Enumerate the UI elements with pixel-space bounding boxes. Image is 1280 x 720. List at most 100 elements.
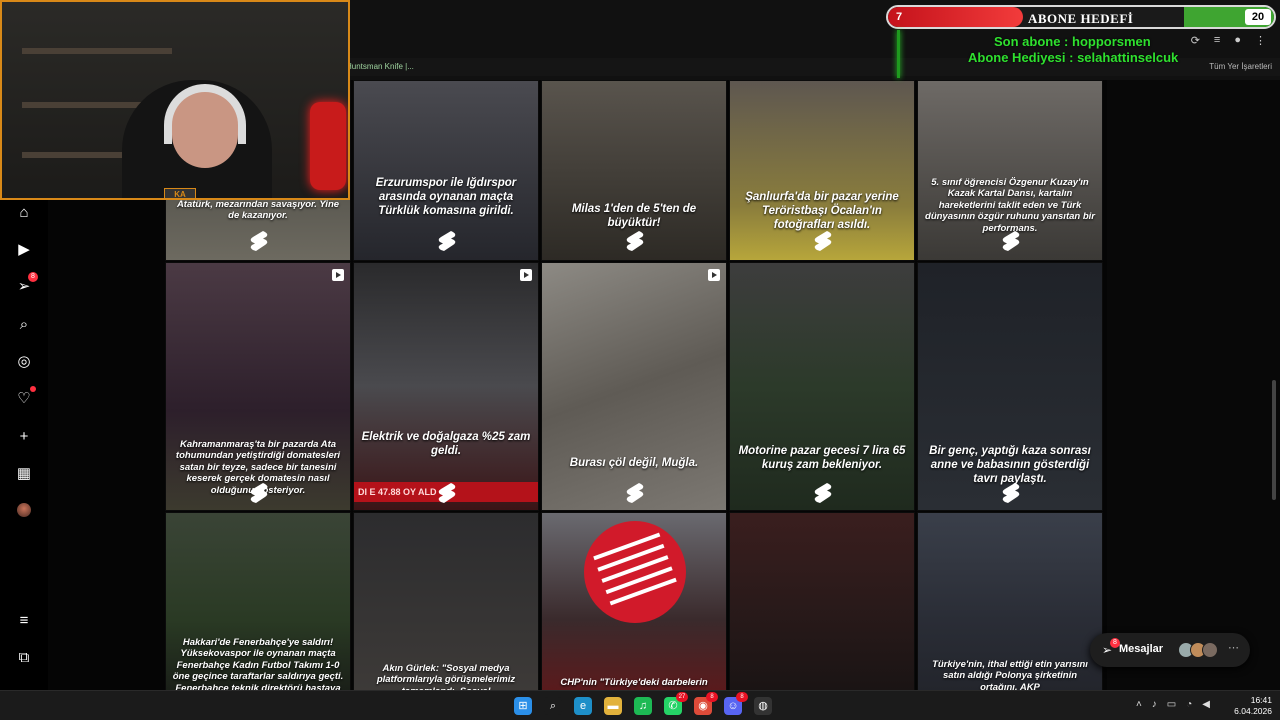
goal-current-count: 7 xyxy=(896,11,903,23)
menu-icon: ≡ xyxy=(19,611,29,629)
sub-gift: Abone Hediyesi : selahattinselcuk xyxy=(968,50,1179,65)
sidebar-item-dashboard[interactable]: ▦ xyxy=(14,463,34,483)
discord-glyph: ☺ xyxy=(727,700,739,712)
sidebar-item-search[interactable]: ⌕ xyxy=(14,314,34,334)
display-icon[interactable]: ▭ xyxy=(1167,699,1176,710)
sidebar-item-messages[interactable]: ➢ 8 xyxy=(14,272,38,296)
overlay-neon-line xyxy=(897,30,900,78)
dashboard-icon: ▦ xyxy=(16,465,32,482)
taskbar-obs-icon[interactable]: ◍ xyxy=(754,697,772,715)
taskbar-spotify-icon[interactable]: ♫ xyxy=(634,697,652,715)
notification-badge: 8 xyxy=(706,692,718,702)
windows-taskbar: ⊞ ⌕ e ▬ ♫ ✆ 27 ◉ 8 ☺ 8 ◍ ˄ ♪ ▭ ◔ ◀ 16:41 6.04.2026 xyxy=(0,690,1280,720)
sidebar-item-more[interactable]: ≡ xyxy=(14,610,34,630)
shorts-logo-icon xyxy=(623,229,647,253)
sidebar-item-home[interactable]: ⌂ xyxy=(14,202,34,222)
sidebar-item-profile[interactable] xyxy=(14,500,34,520)
messages-button[interactable]: ➢ 8 Mesajlar ⋯ xyxy=(1090,633,1250,667)
create-icon: + xyxy=(19,427,29,445)
reel-caption: Hakkari'de Fenerbahçe'ye saldırı! Yüksek… xyxy=(172,637,344,690)
explore-icon: ◎ xyxy=(17,353,31,370)
shorts-logo-icon xyxy=(247,229,271,253)
sidebar-item-create[interactable]: + xyxy=(14,426,34,446)
clock-date: 6.04.2026 xyxy=(1234,706,1272,716)
more-icon[interactable]: ⋯ xyxy=(1228,641,1239,654)
network-icon[interactable]: ◔ xyxy=(1186,699,1192,710)
system-clock[interactable]: 16:41 6.04.2026 xyxy=(1234,695,1272,717)
reels-icon: ▶ xyxy=(18,241,30,258)
reel-tile[interactable]: Burası çöl değil, Muğla. xyxy=(541,262,727,511)
reel-tile[interactable]: Kahramanmaraş'ta bir pazarda Ata tohumun… xyxy=(165,262,351,511)
reel-caption: Şanlıurfa'da bir pazar yerine Teröristba… xyxy=(745,191,899,231)
sidebar-nav: ⌂ ▶ ➢ 8 ⌕ ◎ ♡ + ▦ ≡ ⧉ xyxy=(0,200,48,695)
notification-badge: 8 xyxy=(28,272,38,282)
sidebar-item-also-from-meta[interactable]: ⧉ xyxy=(14,647,34,667)
scrollbar[interactable] xyxy=(1272,380,1276,500)
subscriber-goal-bar: 7 ABONE HEDEFİ 20 xyxy=(886,5,1276,29)
reel-tile[interactable]: Akın Gürlek: "Sosyal medya platformlarıy… xyxy=(353,512,539,690)
taskbar-whatsapp-icon[interactable]: ✆ 27 xyxy=(664,692,688,715)
right-pane xyxy=(1107,80,1280,690)
reel-tile[interactable]: Motorine pazar gecesi 7 lira 65 kuruş za… xyxy=(729,262,915,511)
extension-icon[interactable]: ⟳ xyxy=(1191,34,1200,47)
home-icon: ⌂ xyxy=(19,203,29,221)
reel-tile[interactable]: CHP'nin "Türkiye'deki darbelerin xyxy=(541,512,727,690)
whatsapp-glyph: ✆ xyxy=(668,700,678,712)
reel-tile[interactable]: Şanlıurfa'da bir pazar yerine Teröristba… xyxy=(729,80,915,261)
menu-icon[interactable]: ≡ xyxy=(1214,34,1220,47)
clock-time: 16:41 xyxy=(1250,695,1272,705)
files-glyph: ▬ xyxy=(607,700,619,712)
reel-tile[interactable]: Türkiye'nin, ithal ettiği etin yarısını … xyxy=(917,512,1103,690)
reel-caption: Elektrik ve doğalgaza %25 zam geldi. xyxy=(361,431,531,457)
mic-icon[interactable]: ♪ xyxy=(1152,699,1157,710)
reel-caption: Atatürk, mezarından savaşıyor. Yine de k… xyxy=(176,199,340,222)
more-icon[interactable]: ⋮ xyxy=(1255,34,1266,47)
start-glyph: ⊞ xyxy=(518,700,528,712)
taskbar-start-icon[interactable]: ⊞ xyxy=(514,697,532,715)
taskbar-chrome-icon[interactable]: ◉ 8 xyxy=(694,692,718,715)
goal-progress-fill xyxy=(888,7,1024,27)
obs-glyph: ◍ xyxy=(758,700,768,712)
reel-tile[interactable] xyxy=(729,512,915,690)
reel-play-icon xyxy=(520,269,532,281)
taskbar-files-icon[interactable]: ▬ xyxy=(604,697,622,715)
reel-play-icon xyxy=(332,269,344,281)
sidebar-item-reels[interactable]: ▶ xyxy=(14,239,34,259)
shorts-logo-icon xyxy=(623,481,647,505)
shorts-logo-icon xyxy=(247,481,271,505)
reel-tile[interactable]: Erzurumspor ile Iğdırspor arasında oynan… xyxy=(353,80,539,261)
reel-tile[interactable]: DI E 47.88 OY ALD Elektrik ve doğalgaza %… xyxy=(353,262,539,511)
reel-tile[interactable]: Hakkari'de Fenerbahçe'ye saldırı! Yüksek… xyxy=(165,512,351,690)
sidebar-item-explore[interactable]: ◎ xyxy=(14,351,34,371)
reel-tile[interactable]: 5. sınıf öğrencisi Özgenur Kuzay'ın Kaza… xyxy=(917,80,1103,261)
message-avatars xyxy=(1178,642,1218,658)
shorts-logo-icon xyxy=(435,229,459,253)
goal-title: ABONE HEDEFİ xyxy=(1028,11,1134,26)
taskbar-search-icon[interactable]: ⌕ xyxy=(544,697,562,715)
all-bookmarks-link[interactable]: Tüm Yer İşaretleri xyxy=(1209,62,1272,71)
volume-icon[interactable]: ◀ xyxy=(1202,699,1210,710)
avatar xyxy=(17,503,31,517)
reel-caption: Milas 1'den de 5'ten de büyüktür! xyxy=(571,203,697,229)
browser-toolbar-icons: ⟳ ≡ ● ⋮ xyxy=(1191,34,1266,47)
reel-caption: 5. sınıf öğrencisi Özgenur Kuzay'ın Kaza… xyxy=(925,177,1095,234)
reel-tile[interactable]: Bir genç, yaptığı kaza sonrası anne ve b… xyxy=(917,262,1103,511)
sidebar-item-notifications[interactable]: ♡ xyxy=(14,386,36,408)
webcam-overlay: KA xyxy=(0,0,350,200)
microphone xyxy=(310,102,346,190)
reel-play-icon xyxy=(708,269,720,281)
chevron-up-icon[interactable]: ˄ xyxy=(1136,699,1142,710)
bookmark-item[interactable]: Huntsman Knife |... xyxy=(346,62,414,71)
channel-logo: KA xyxy=(164,188,196,198)
notification-badge: 8 xyxy=(736,692,748,702)
shorts-logo-icon xyxy=(811,229,835,253)
screen: ⟳ ≡ ● ⋮ Huntsman Knife |... Tüm Yer İşar… xyxy=(0,0,1280,720)
reel-caption: Türkiye'nin, ithal ettiği etin yarısını … xyxy=(932,659,1088,690)
taskbar-edge-icon[interactable]: e xyxy=(574,697,592,715)
reel-tile[interactable]: Milas 1'den de 5'ten de büyüktür! xyxy=(541,80,727,261)
avatar xyxy=(1202,642,1218,658)
shorts-logo-icon xyxy=(435,481,459,505)
taskbar-discord-icon[interactable]: ☺ 8 xyxy=(724,692,748,715)
reel-caption: Erzurumspor ile Iğdırspor arasında oynan… xyxy=(375,177,517,217)
profile-icon[interactable]: ● xyxy=(1234,34,1241,47)
